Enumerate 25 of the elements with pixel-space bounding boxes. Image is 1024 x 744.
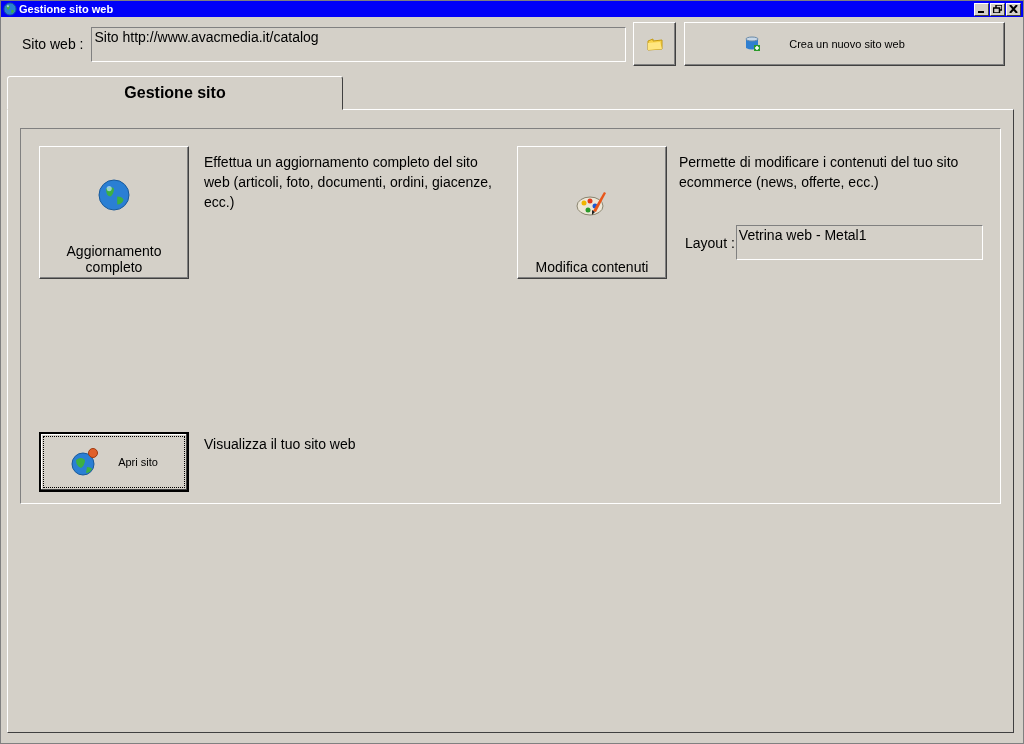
description: Effettua un aggiornamento completo del sito web (articoli, foto, documenti, ordini, giacenze, ecc.) [204, 153, 493, 212]
folder-button[interactable] [633, 22, 677, 66]
restore-icon [993, 5, 1002, 13]
palette-icon [576, 189, 608, 217]
minimize-button[interactable] [974, 2, 989, 16]
description: Visualizza il tuo sito web [204, 435, 356, 454]
close-icon [1009, 5, 1018, 13]
globe-icon [70, 447, 101, 477]
layout-label: Layout : [685, 234, 735, 251]
close-button[interactable] [1006, 2, 1021, 16]
site-label: Sito web : [22, 36, 84, 52]
edit-content-button[interactable]: Modifica contenuti [517, 146, 667, 279]
window-title: Gestione sito web [19, 3, 115, 15]
globe-icon [98, 179, 130, 211]
layout-field[interactable]: Vetrina web - Metal1 [735, 225, 983, 260]
description: Permette di modificare i contenuti del tuo sito ecommerce (news, offerte, ecc.) [679, 153, 960, 192]
globe-icon [3, 2, 17, 16]
new-site-button[interactable]: Crea un nuovo sito web [684, 22, 1006, 66]
site-field[interactable]: Sito http://www.avacmedia.it/catalog [91, 26, 627, 62]
database-add-icon [745, 36, 762, 52]
tab[interactable]: Gestione sito [7, 76, 343, 110]
restore-button[interactable] [990, 2, 1005, 16]
open-site-button[interactable]: Apri sito [39, 432, 189, 492]
folder-icon [647, 37, 663, 51]
update-button[interactable]: Aggiornamento completo [39, 146, 189, 279]
